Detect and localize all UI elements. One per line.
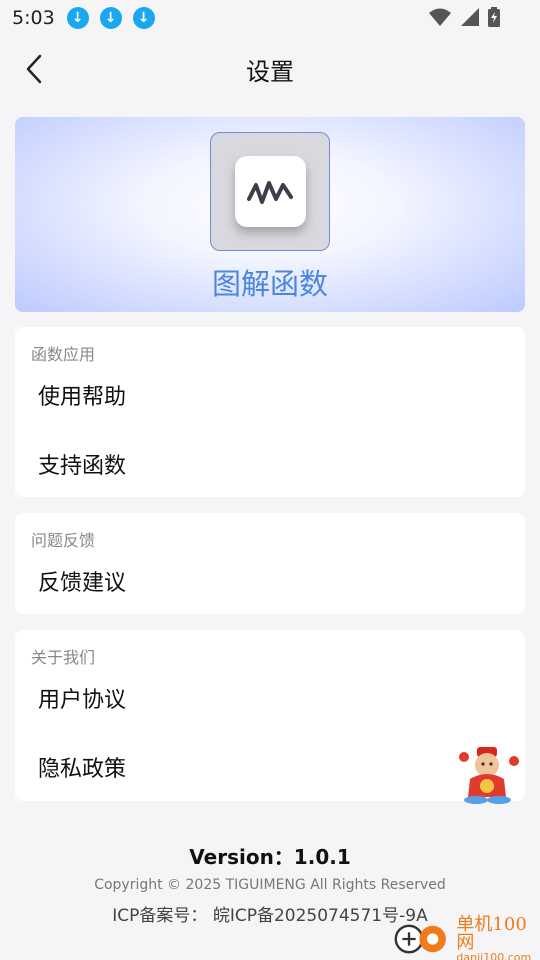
status-indicators: [428, 7, 500, 27]
status-bar: 5:03 ↓ ↓ ↓: [0, 0, 540, 36]
section-about-us: 关于我们 用户协议 隐私政策: [15, 630, 525, 801]
list-item-usage-help[interactable]: 使用帮助: [15, 367, 525, 423]
back-button[interactable]: [18, 53, 50, 85]
signal-icon: [461, 8, 479, 26]
download-icon: ↓: [66, 7, 89, 29]
status-time: 5:03: [12, 7, 55, 29]
version-label: Version：1.0.1: [189, 845, 351, 869]
chevron-left-icon: [26, 54, 42, 84]
section-header: 函数应用: [31, 345, 96, 364]
app-header: 设置: [0, 44, 540, 94]
app-icon: [210, 132, 330, 251]
list-item-supported-functions[interactable]: 支持函数: [15, 436, 525, 492]
section-header: 关于我们: [31, 648, 96, 667]
section-feedback: 问题反馈 反馈建议: [15, 513, 525, 614]
list-item-feedback[interactable]: 反馈建议: [15, 553, 525, 609]
watermark-url: danji100.com: [456, 950, 532, 960]
app-banner: 图解函数: [15, 117, 525, 312]
wifi-icon: [429, 8, 451, 26]
battery-icon: [488, 7, 500, 27]
section-header: 问题反馈: [31, 531, 96, 550]
app-name: 图解函数: [211, 267, 328, 301]
list-item-user-agreement[interactable]: 用户协议: [15, 670, 525, 726]
download-icon: ↓: [132, 7, 155, 29]
list-item-privacy-policy[interactable]: 隐私政策: [15, 739, 525, 795]
mascot-sticker: [459, 747, 519, 804]
watermark-logo-icon: [394, 924, 446, 954]
site-watermark: 单机100网 danji100.com: [392, 913, 540, 960]
download-icon: ↓: [99, 7, 122, 29]
page-title: 设置: [246, 57, 294, 86]
app-icon-tile: [234, 156, 306, 227]
copyright-text: Copyright © 2025 TIGUIMENG All Rights Re…: [94, 877, 446, 893]
wave-icon: [247, 180, 293, 204]
watermark-text: 单机100网 danji100.com: [456, 913, 540, 960]
watermark-title: 单机100网: [456, 913, 527, 953]
section-function-apps: 函数应用 使用帮助 支持函数: [15, 327, 525, 497]
